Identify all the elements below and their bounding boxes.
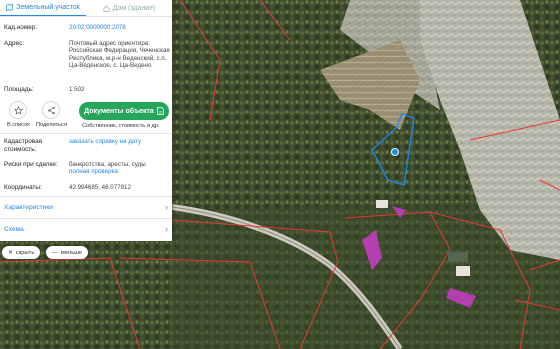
actions-row: В список Поделиться Документы объекта Со… [0, 100, 172, 132]
divider [0, 133, 172, 134]
divider [0, 196, 172, 197]
minus-icon: — [52, 249, 58, 256]
add-to-list-button[interactable]: В список [7, 101, 30, 128]
tab-label: Земельный участок [16, 4, 80, 11]
area-label: Площадь: [4, 86, 34, 93]
order-certificate-link[interactable]: заказать справку на дату [69, 138, 170, 154]
share-icon [42, 101, 61, 119]
less-label: меньше [60, 249, 83, 256]
map-icon [6, 4, 14, 11]
cadvalue-row: Кадастровая стоимость: заказать справку … [4, 138, 170, 154]
hide-panel-button[interactable]: ✕ скрыть [2, 246, 41, 259]
chevron-right-icon: › [165, 202, 168, 212]
documents-button[interactable]: Документы объекта [79, 102, 169, 120]
document-icon [156, 107, 164, 115]
object-info-panel: Земельный участок Дом (здание) Кад.номер… [0, 0, 172, 241]
tab-land-plot[interactable]: Земельный участок [0, 0, 86, 16]
address-value: Почтовый адрес ориентира: Российская Фед… [69, 40, 170, 70]
star-icon [9, 101, 28, 119]
risks-value-block: банкротства, аресты, суды полная проверк… [69, 161, 170, 176]
address-label: Адрес: [4, 40, 25, 47]
cadnum-value[interactable]: 20:02:0000000:2078 [69, 24, 170, 32]
share-label: Поделиться [36, 122, 67, 128]
address-row: Адрес: Почтовый адрес ориентира: Российс… [4, 40, 170, 70]
chevron-right-icon: › [165, 224, 168, 234]
share-button[interactable]: Поделиться [36, 101, 67, 128]
full-check-link[interactable]: полная проверка [69, 168, 170, 175]
documents-subtitle: Собственник, стоимость и др. [82, 123, 160, 129]
hide-label: скрыть [15, 249, 35, 256]
less-button[interactable]: — меньше [46, 246, 89, 259]
close-icon: ✕ [8, 249, 13, 256]
tab-label: Дом (здание) [112, 4, 156, 12]
risks-row: Риски при сделке: банкротства, аресты, с… [4, 161, 170, 176]
scheme-label: Схема [4, 225, 24, 233]
divider [0, 218, 172, 219]
tabs-bar: Земельный участок Дом (здание) [0, 0, 172, 17]
area-row: Площадь: 1 502 [4, 86, 170, 94]
tab-house[interactable]: Дом (здание) [86, 0, 172, 16]
documents-label: Документы объекта [84, 107, 154, 115]
coords-row: Координаты: 42.994685, 46.077912 [4, 184, 170, 192]
house-icon [103, 4, 110, 12]
risks-value: банкротства, аресты, суды [69, 161, 146, 168]
area-value: 1 502 [69, 86, 85, 93]
risks-label: Риски при сделке: [4, 161, 58, 168]
cadvalue-label: Кадастровая стоимость: [4, 138, 43, 153]
characteristics-label: Характеристики [4, 203, 53, 211]
cadnum-label: Кад.номер: [4, 24, 38, 31]
cadnum-row: Кад.номер: 20:02:0000000:2078 [4, 24, 170, 32]
scheme-section[interactable]: Схема › [4, 222, 168, 236]
characteristics-section[interactable]: Характеристики › [4, 200, 168, 214]
coords-value: 42.994685, 46.077912 [69, 184, 131, 191]
coords-label: Координаты: [4, 184, 42, 191]
add-to-list-label: В список [7, 122, 30, 128]
